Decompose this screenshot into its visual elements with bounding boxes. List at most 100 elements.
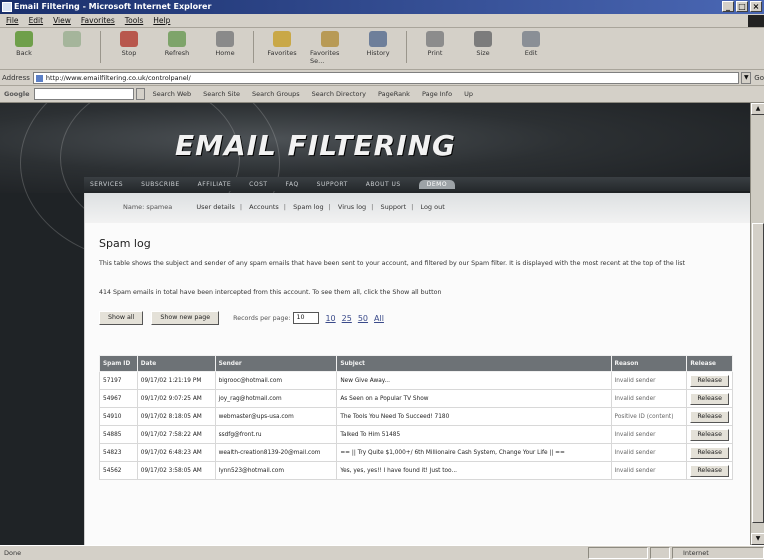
print-button[interactable]: Print	[415, 31, 455, 57]
status-bar: Done Internet	[0, 545, 764, 560]
col-spam-id: Spam ID	[99, 355, 138, 372]
address-dropdown-button[interactable]: ▼	[741, 71, 752, 84]
show-new-page-button[interactable]: Show new page	[151, 311, 220, 325]
table-row: 54885 09/17/02 7:58:22 AM ssdfg@front.ru…	[99, 425, 733, 444]
menu-edit[interactable]: Edit	[29, 14, 44, 27]
nav-demo[interactable]: DEMO	[418, 179, 456, 189]
maximize-button[interactable]: □	[736, 1, 748, 12]
close-button[interactable]: ×	[750, 1, 762, 12]
home-button[interactable]: Home	[205, 31, 245, 57]
menu-tools[interactable]: Tools	[125, 14, 143, 27]
forward-button[interactable]	[52, 31, 92, 49]
cell-release: Release	[686, 407, 733, 426]
release-button[interactable]: Release	[690, 428, 729, 441]
search-groups-button[interactable]: Search Groups	[252, 90, 300, 98]
col-reason: Reason	[610, 355, 688, 372]
link-virus-log[interactable]: Virus log	[338, 203, 366, 211]
google-logo[interactable]: Google	[4, 90, 30, 98]
cell-subject: New Give Away...	[336, 371, 612, 390]
cell-release: Release	[686, 425, 733, 444]
cell-subject: Talked To Him 51485	[336, 425, 612, 444]
release-button[interactable]: Release	[690, 374, 729, 387]
scroll-up-button[interactable]: ▲	[751, 103, 764, 115]
nav-faq[interactable]: FAQ	[286, 181, 299, 188]
windows-logo-icon	[748, 15, 764, 27]
edit-icon	[522, 31, 540, 47]
address-input[interactable]: http://www.emailfiltering.co.uk/controlp…	[32, 71, 740, 84]
favorites-icon	[273, 31, 291, 47]
print-icon	[426, 31, 444, 47]
col-sender: Sender	[214, 355, 338, 372]
cell-release: Release	[686, 461, 733, 480]
google-search-input[interactable]	[33, 88, 134, 100]
edit-button[interactable]: Edit	[511, 31, 551, 57]
table-row: 54823 09/17/02 6:48:23 AM wealth-creatio…	[99, 443, 733, 462]
cell-spam-id: 54910	[99, 407, 138, 426]
rpp-option-50[interactable]: 50	[358, 314, 368, 323]
menu-favorites[interactable]: Favorites	[81, 14, 115, 27]
nav-services[interactable]: SERVICES	[90, 181, 123, 188]
rpp-option-10[interactable]: 10	[325, 314, 335, 323]
content-panel: Name: spamea User details | Accounts | Spa…	[84, 193, 751, 545]
col-date: Date	[136, 355, 216, 372]
nav-subscribe[interactable]: SUBSCRIBE	[141, 181, 180, 188]
cell-spam-id: 57197	[99, 371, 138, 390]
cell-date: 09/17/02 3:58:05 AM	[136, 461, 216, 480]
release-button[interactable]: Release	[690, 446, 729, 459]
page-info-button[interactable]: Page Info	[422, 90, 452, 98]
menu-view[interactable]: View	[53, 14, 71, 27]
show-all-button[interactable]: Show all	[99, 311, 144, 325]
toolbar-separator	[100, 31, 101, 63]
account-name: Name: spamea	[123, 203, 173, 211]
nav-support[interactable]: SUPPORT	[317, 181, 348, 188]
release-button[interactable]: Release	[690, 392, 729, 405]
link-log-out[interactable]: Log out	[420, 203, 444, 211]
nav-about-us[interactable]: ABOUT US	[366, 181, 401, 188]
vertical-scrollbar[interactable]: ▲ ▼	[750, 103, 764, 545]
link-accounts[interactable]: Accounts	[249, 203, 279, 211]
menu-help[interactable]: Help	[153, 14, 170, 27]
ie-icon	[2, 2, 12, 12]
link-user-details[interactable]: User details	[196, 203, 235, 211]
nav-affiliate[interactable]: AFFILIATE	[198, 181, 231, 188]
release-button[interactable]: Release	[690, 410, 729, 423]
toolbar-separator	[253, 31, 254, 63]
up-button[interactable]: Up	[464, 90, 473, 98]
site-banner: EMAIL FILTERING SERVICES SUBSCRIBE AFFIL…	[0, 103, 750, 263]
account-bar: Name: spamea User details | Accounts | Spa…	[85, 193, 751, 223]
release-button[interactable]: Release	[690, 464, 729, 477]
favorites-button[interactable]: Favorites	[262, 31, 302, 57]
go-button[interactable]: Go	[754, 74, 764, 82]
nav-cost[interactable]: COST	[249, 181, 267, 188]
menu-bar: File Edit View Favorites Tools Help	[0, 14, 764, 28]
pagerank-indicator[interactable]: PageRank	[378, 90, 410, 98]
stop-button[interactable]: Stop	[109, 31, 149, 57]
google-search-dropdown[interactable]	[135, 88, 145, 100]
link-support[interactable]: Support	[380, 203, 406, 211]
cell-date: 09/17/02 9:07:25 AM	[136, 389, 216, 408]
scroll-thumb[interactable]	[752, 223, 764, 523]
favorites-search-button[interactable]: Favorites Se...	[310, 31, 350, 65]
home-icon	[216, 31, 234, 47]
history-button[interactable]: History	[358, 31, 398, 57]
cell-sender: wealth-creation8139-20@mail.com	[214, 443, 338, 462]
cell-sender: bigrooc@hotmail.com	[214, 371, 338, 390]
link-spam-log[interactable]: Spam log	[293, 203, 324, 211]
records-per-page-input[interactable]: 10	[293, 312, 320, 324]
search-directory-button[interactable]: Search Directory	[312, 90, 366, 98]
menu-file[interactable]: File	[6, 14, 19, 27]
scroll-down-button[interactable]: ▼	[751, 533, 764, 545]
back-arrow-icon	[15, 31, 33, 47]
back-button[interactable]: Back	[4, 31, 44, 57]
size-button[interactable]: Size	[463, 31, 503, 57]
search-web-button[interactable]: Search Web	[153, 90, 192, 98]
rpp-option-25[interactable]: 25	[342, 314, 352, 323]
cell-spam-id: 54967	[99, 389, 138, 408]
security-zone: Internet	[672, 547, 764, 559]
refresh-button[interactable]: Refresh	[157, 31, 197, 57]
search-site-button[interactable]: Search Site	[203, 90, 240, 98]
cell-sender: ssdfg@front.ru	[214, 425, 338, 444]
rpp-option-all[interactable]: All	[374, 314, 384, 323]
minimize-button[interactable]: _	[722, 1, 734, 12]
window-controls: _ □ ×	[722, 1, 762, 12]
